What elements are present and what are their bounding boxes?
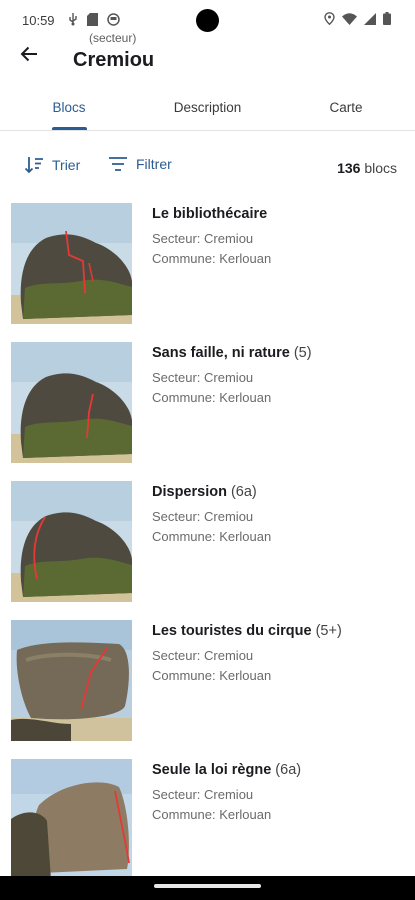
list-item[interactable]: Dispersion (6a) Secteur: Cremiou Commune… — [0, 477, 415, 602]
wifi-icon — [342, 12, 357, 25]
sort-button[interactable]: Trier — [24, 156, 80, 174]
back-button[interactable] — [14, 39, 44, 69]
boulder-name-text: Sans faille, ni rature — [152, 345, 290, 361]
page-title: Cremiou — [73, 49, 155, 71]
tab-blocs[interactable]: Blocs — [0, 84, 138, 130]
boulder-grade: (5+) — [315, 623, 342, 639]
boulder-commune: Commune: Kerlouan — [152, 668, 272, 683]
boulder-commune: Commune: Kerlouan — [152, 807, 272, 822]
boulder-photo — [11, 759, 132, 876]
boulder-commune: Commune: Kerlouan — [152, 251, 272, 266]
sort-icon — [24, 157, 43, 174]
boulder-sector: Secteur: Cremiou — [152, 509, 254, 524]
status-left-icons — [68, 12, 120, 26]
boulder-name: Les touristes du cirque (5+) — [152, 623, 342, 639]
list-item[interactable]: Sans faille, ni rature (5) Secteur: Crem… — [0, 338, 415, 463]
camera-cutout — [196, 9, 219, 32]
status-time: 10:59 — [22, 13, 55, 28]
boulder-grade: (6a) — [275, 762, 302, 778]
location-icon — [324, 12, 335, 25]
gesture-handle[interactable] — [154, 884, 261, 888]
tab-bar: Blocs Description Carte — [0, 84, 415, 131]
arrow-back-icon — [20, 46, 37, 62]
boulder-name: Dispersion (6a) — [152, 484, 257, 500]
boulder-sector: Secteur: Cremiou — [152, 648, 254, 663]
boulder-commune: Commune: Kerlouan — [152, 529, 272, 544]
sort-label: Trier — [52, 157, 81, 173]
list-item[interactable]: Le bibliothécaire Secteur: Cremiou Commu… — [0, 199, 415, 324]
tab-carte[interactable]: Carte — [277, 84, 415, 130]
usb-icon — [69, 13, 77, 26]
boulder-name-text: Les touristes du cirque — [152, 623, 312, 639]
header-subtitle: (secteur) — [89, 31, 137, 45]
filter-button[interactable]: Filtrer — [108, 156, 172, 172]
result-count-unit: blocs — [364, 160, 397, 176]
boulder-name-text: Seule la loi règne — [152, 762, 272, 778]
boulder-photo — [11, 342, 132, 463]
boulder-name: Sans faille, ni rature (5) — [152, 345, 312, 361]
boulder-sector: Secteur: Cremiou — [152, 787, 254, 802]
boulder-name-text: Dispersion — [152, 484, 227, 500]
boulder-name: Le bibliothécaire — [152, 206, 267, 222]
system-navigation-bar — [0, 876, 415, 900]
boulder-photo — [11, 203, 132, 324]
battery-icon — [383, 12, 391, 25]
filter-icon — [109, 157, 127, 171]
result-count-number: 136 — [337, 160, 361, 176]
boulder-sector: Secteur: Cremiou — [152, 370, 254, 385]
app-notification-icon — [107, 12, 120, 26]
boulder-sector: Secteur: Cremiou — [152, 231, 254, 246]
app-header: (secteur) Cremiou — [0, 30, 415, 86]
boulder-name: Seule la loi règne (6a) — [152, 762, 301, 778]
sd-card-icon — [87, 12, 98, 26]
status-right-icons — [324, 12, 391, 25]
list-item[interactable]: Les touristes du cirque (5+) Secteur: Cr… — [0, 616, 415, 741]
tab-indicator — [52, 127, 87, 130]
tab-description[interactable]: Description — [138, 84, 277, 130]
boulder-photo — [11, 481, 132, 602]
boulder-grade: (6a) — [230, 484, 257, 500]
list-toolbar: Trier Filtrer 136 blocs — [0, 148, 415, 188]
boulder-commune: Commune: Kerlouan — [152, 390, 272, 405]
result-count: 136 blocs — [337, 160, 397, 176]
filter-label: Filtrer — [136, 156, 172, 172]
list-item[interactable]: Seule la loi règne (6a) Secteur: Cremiou… — [0, 755, 415, 880]
boulder-grade: (5) — [293, 345, 312, 361]
boulder-name-text: Le bibliothécaire — [152, 206, 268, 222]
boulder-photo — [11, 620, 132, 741]
signal-icon — [364, 12, 376, 25]
